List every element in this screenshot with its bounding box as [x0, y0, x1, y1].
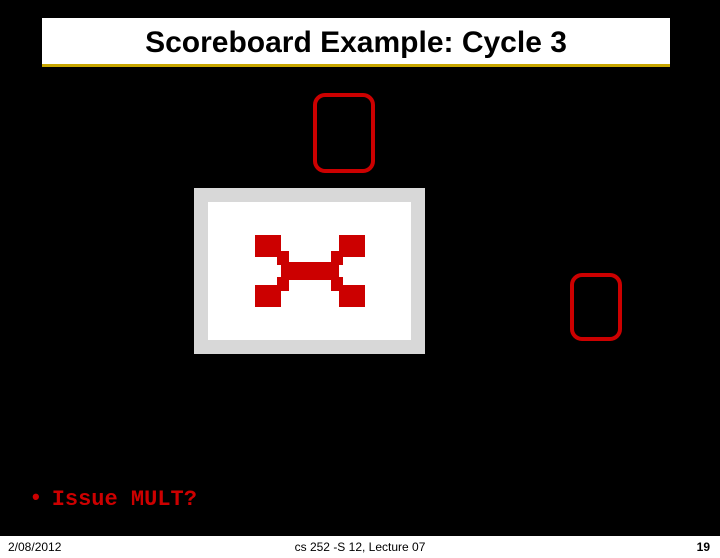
slide-title: Scoreboard Example: Cycle 3: [42, 18, 670, 64]
bullet-marker: •: [32, 484, 40, 510]
highlight-box-right: [570, 273, 622, 341]
footer-page-number: 19: [697, 540, 710, 554]
highlight-box-top: [313, 93, 375, 173]
broken-image-icon: [255, 235, 365, 307]
title-bar: Scoreboard Example: Cycle 3: [42, 18, 670, 67]
footer-bar: 2/08/2012 cs 252 -S 12, Lecture 07 19: [0, 536, 720, 558]
bullet-item: • Issue MULT?: [32, 487, 197, 512]
placeholder-canvas: [208, 202, 411, 340]
footer-center: cs 252 -S 12, Lecture 07: [295, 540, 426, 554]
broken-image-placeholder: [184, 178, 459, 388]
footer-date: 2/08/2012: [8, 540, 61, 554]
placeholder-inner: [194, 188, 425, 354]
bullet-text: Issue MULT?: [52, 487, 197, 512]
